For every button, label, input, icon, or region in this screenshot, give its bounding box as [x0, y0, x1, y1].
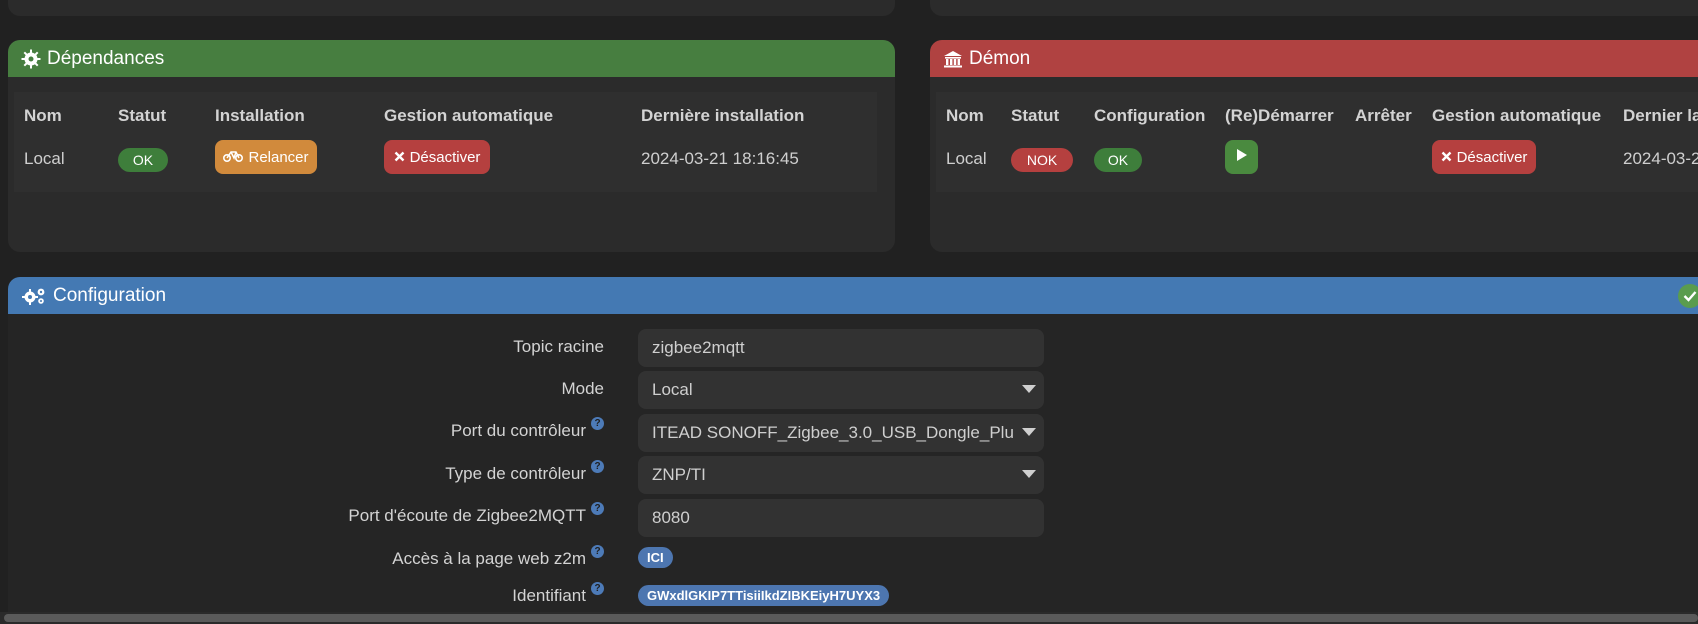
- col-auto-management: Gestion automatique: [1432, 106, 1602, 125]
- dependencies-header: Dépendances: [8, 40, 895, 77]
- configuration-title: Configuration: [53, 284, 167, 306]
- col-installation: Installation: [215, 106, 305, 125]
- status-badge: OK: [118, 148, 168, 172]
- listen-port-value: 8080: [652, 508, 690, 527]
- port-select[interactable]: ITEAD SONOFF_Zigbee_3.0_USB_Dongle_Plus: [638, 414, 1044, 452]
- status-badge: NOK: [1011, 148, 1073, 172]
- listen-port-input[interactable]: 8080: [638, 499, 1044, 537]
- col-name: Nom: [946, 106, 984, 125]
- cogs-icon: [21, 286, 47, 306]
- type-label-text: Type de contrôleur: [445, 464, 586, 483]
- col-auto-management: Gestion automatique: [384, 106, 554, 125]
- config-badge: OK: [1094, 148, 1142, 172]
- type-value: ZNP/TI: [652, 465, 706, 484]
- relaunch-label: Relancer: [248, 148, 309, 166]
- dependencies-table: Nom Statut Installation Gestion automati…: [14, 92, 877, 192]
- col-status: Statut: [118, 106, 167, 125]
- play-icon: [1236, 148, 1248, 166]
- close-icon: [1441, 149, 1452, 166]
- scrollbar-thumb[interactable]: [4, 614, 1698, 622]
- start-button[interactable]: [1225, 140, 1258, 174]
- help-icon[interactable]: ?: [591, 582, 604, 595]
- web-access-link[interactable]: ICI: [638, 547, 673, 568]
- col-last-launch: Dernier la: [1623, 106, 1698, 125]
- disable-auto-button[interactable]: Désactiver: [384, 140, 490, 174]
- check-circle-icon: [1678, 284, 1698, 308]
- col-stop: Arrêter: [1355, 106, 1412, 125]
- col-last-install: Dernière installation: [641, 106, 805, 125]
- mode-select[interactable]: Local: [638, 371, 1044, 409]
- identifier-badge: GWxdlGKIP7TTisiiIkdZIBKEiyH7UYX3: [638, 585, 890, 606]
- top-panel-left: [8, 0, 895, 16]
- dependencies-title: Dépendances: [47, 47, 165, 69]
- type-label: Type de contrôleur ?: [445, 460, 604, 484]
- port-label: Port du contrôleur ?: [450, 417, 604, 441]
- chevron-down-icon: [1022, 385, 1036, 393]
- port-label-text: Port du contrôleur: [450, 421, 586, 440]
- gear-icon: [21, 49, 41, 69]
- relaunch-button[interactable]: Relancer: [215, 140, 317, 174]
- col-restart: (Re)Démarrer: [1225, 106, 1334, 125]
- configuration-header: Configuration: [8, 277, 1698, 314]
- daemon-header: Démon: [930, 40, 1698, 77]
- daemon-table: Nom Statut Configuration (Re)Démarrer Ar…: [936, 92, 1698, 192]
- disable-auto-button[interactable]: Désactiver: [1432, 140, 1536, 174]
- topic-input[interactable]: zigbee2mqtt: [638, 329, 1044, 367]
- topic-label: Topic racine: [513, 337, 604, 357]
- daemon-panel: Démon Nom Statut Configuration (Re)Démar…: [930, 40, 1698, 252]
- identifier-label-text: Identifiant: [512, 586, 586, 605]
- col-name: Nom: [24, 106, 62, 125]
- help-icon[interactable]: ?: [591, 417, 604, 430]
- row-name: Local: [24, 149, 65, 168]
- help-icon[interactable]: ?: [591, 502, 604, 515]
- bicycle-icon: [223, 149, 244, 166]
- horizontal-scrollbar[interactable]: [0, 612, 1698, 624]
- identifier-label: Identifiant ?: [512, 582, 604, 606]
- listen-port-label: Port d'écoute de Zigbee2MQTT ?: [348, 502, 604, 526]
- web-access-label-text: Accès à la page web z2m: [392, 549, 586, 568]
- top-panel-right: [930, 0, 1698, 16]
- help-icon[interactable]: ?: [591, 460, 604, 473]
- disable-auto-label: Désactiver: [409, 148, 481, 166]
- close-icon: [394, 149, 405, 166]
- disable-auto-label: Désactiver: [1456, 148, 1528, 166]
- mode-value: Local: [652, 380, 693, 399]
- listen-port-label-text: Port d'écoute de Zigbee2MQTT: [348, 506, 586, 525]
- port-value: ITEAD SONOFF_Zigbee_3.0_USB_Dongle_Plus: [652, 423, 1023, 442]
- col-configuration: Configuration: [1094, 106, 1206, 125]
- institution-icon: [943, 49, 963, 69]
- chevron-down-icon: [1022, 428, 1036, 436]
- chevron-down-icon: [1022, 470, 1036, 478]
- help-icon[interactable]: ?: [591, 545, 604, 558]
- web-access-label: Accès à la page web z2m ?: [392, 545, 604, 569]
- topic-value: zigbee2mqtt: [652, 338, 745, 357]
- daemon-title: Démon: [969, 47, 1031, 69]
- mode-label-text: Mode: [561, 379, 604, 398]
- dependencies-panel: Dépendances Nom Statut Installation Gest…: [8, 40, 895, 252]
- row-name: Local: [946, 149, 987, 168]
- topic-label-text: Topic racine: [513, 337, 604, 356]
- col-status: Statut: [1011, 106, 1060, 125]
- last-launch-value: 2024-03-2: [1623, 149, 1698, 168]
- last-install-value: 2024-03-21 18:16:45: [641, 149, 799, 168]
- mode-label: Mode: [561, 379, 604, 399]
- type-select[interactable]: ZNP/TI: [638, 456, 1044, 494]
